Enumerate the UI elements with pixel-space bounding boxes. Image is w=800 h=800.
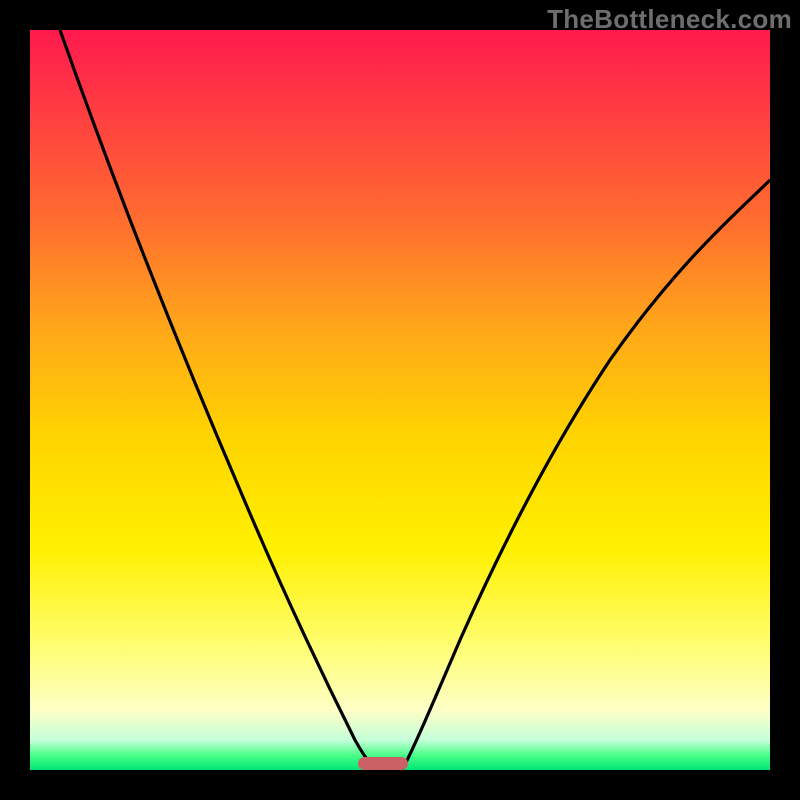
optimum-marker — [358, 757, 408, 770]
watermark-text: TheBottleneck.com — [547, 4, 792, 35]
left-curve — [60, 30, 378, 770]
chart-frame: TheBottleneck.com — [0, 0, 800, 800]
curve-layer — [30, 30, 770, 770]
right-curve — [402, 180, 770, 770]
